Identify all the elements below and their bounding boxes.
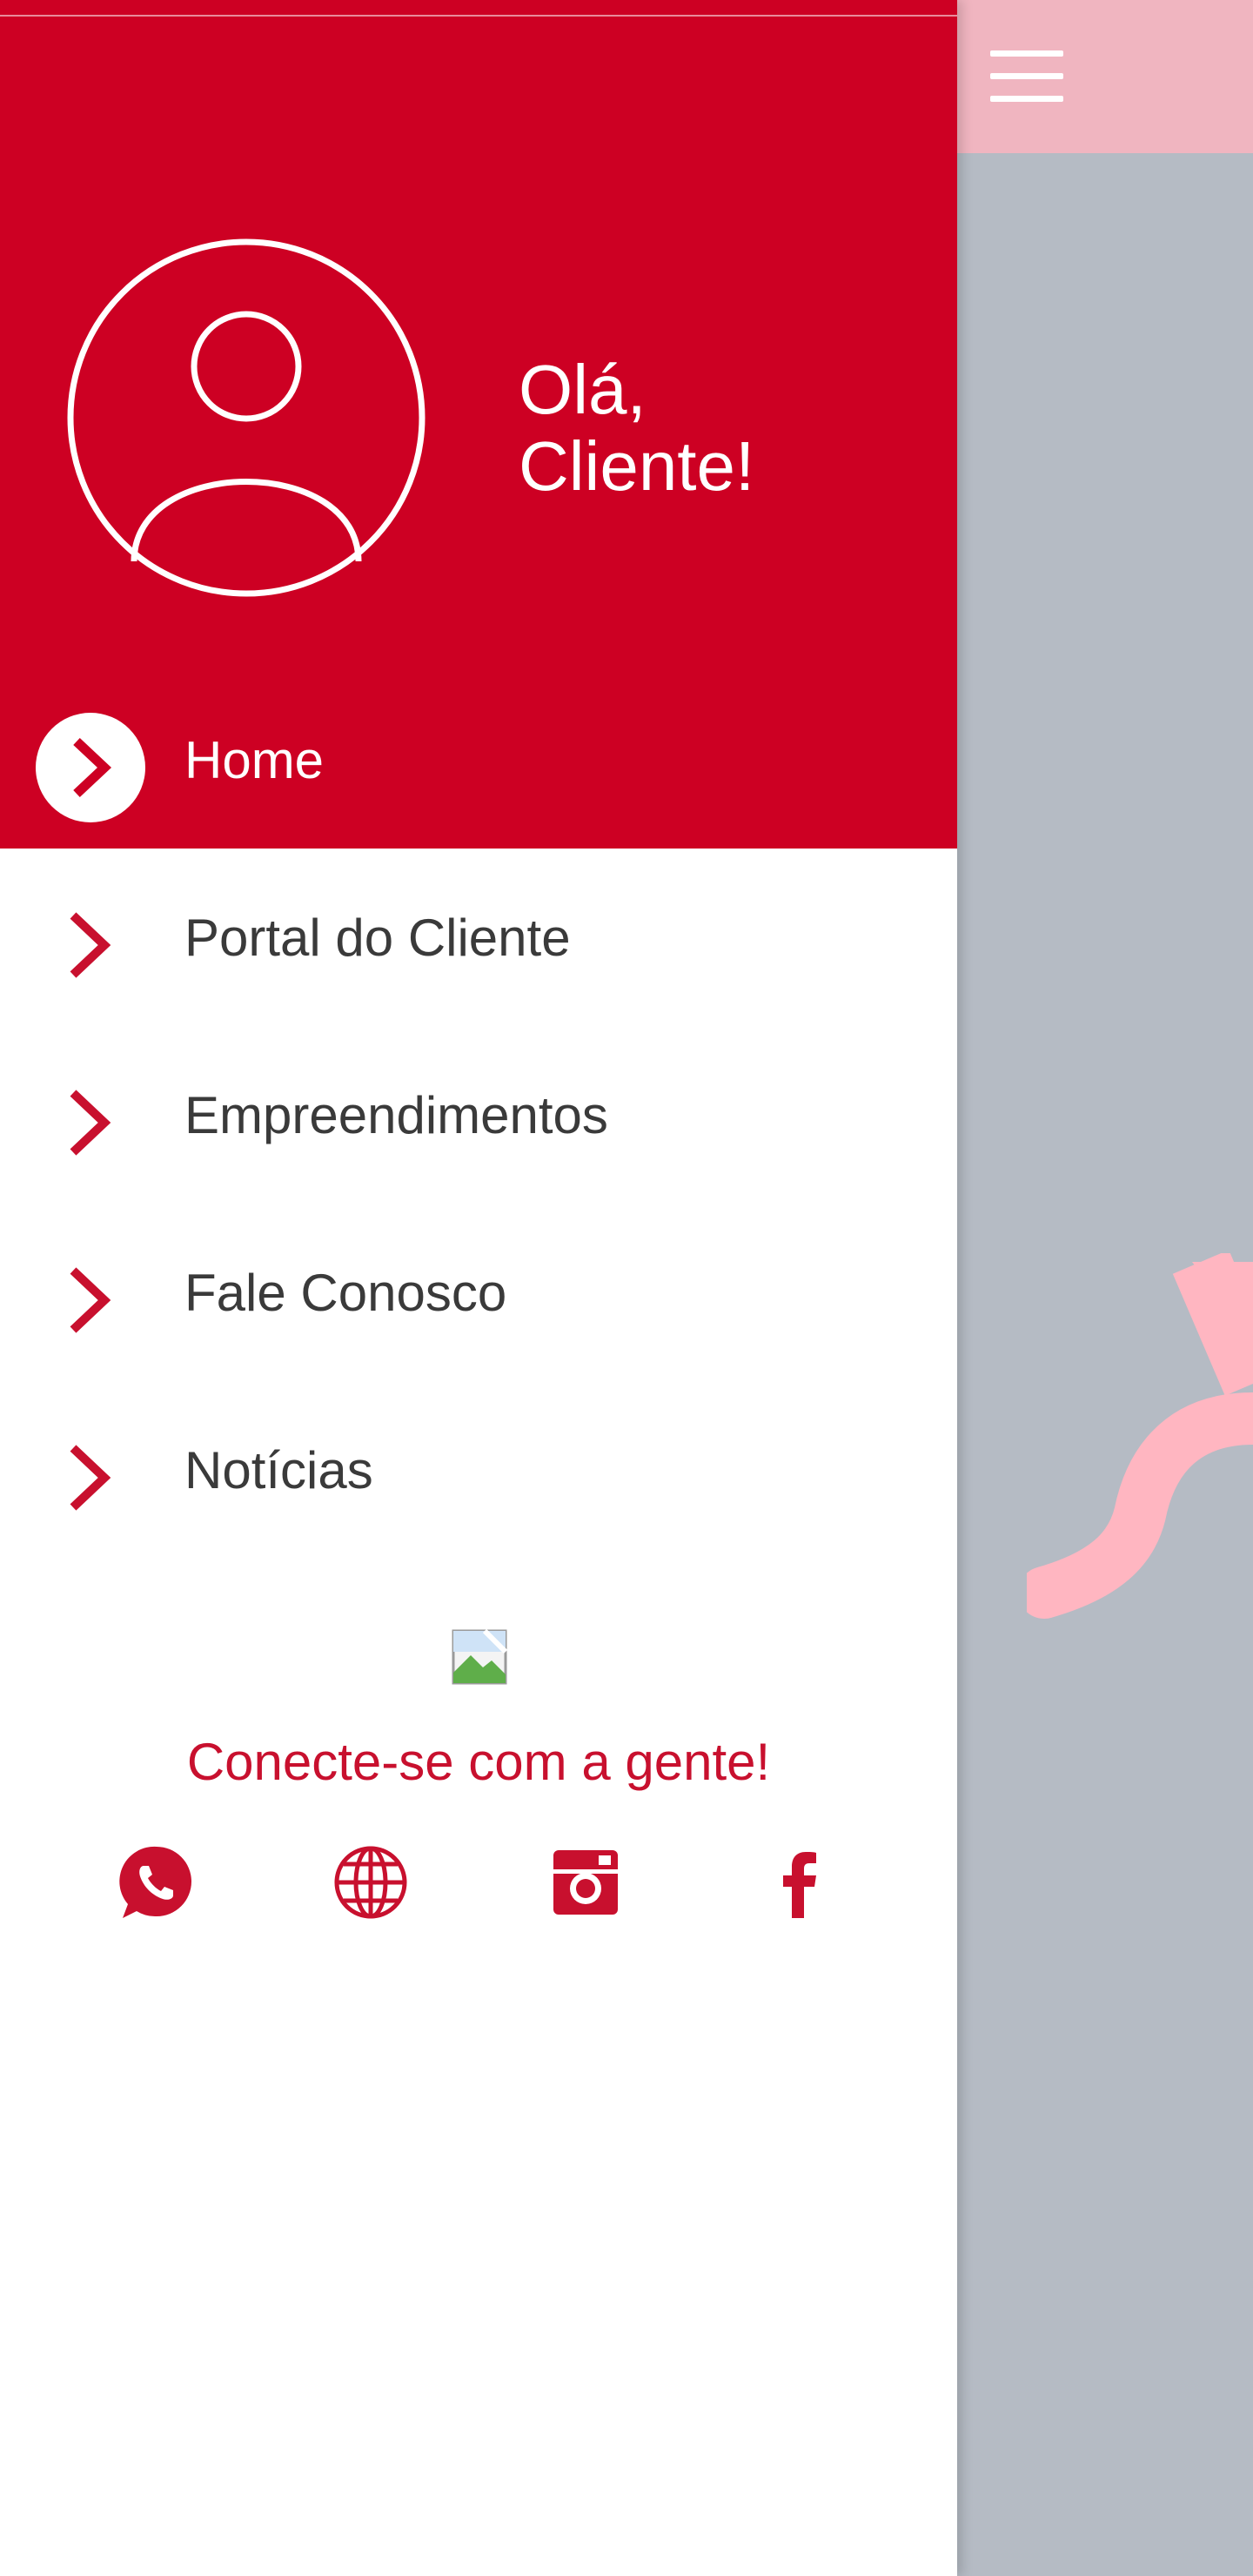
chevron-right-icon bbox=[35, 889, 146, 1001]
menu-item-label: Portal do Cliente bbox=[184, 909, 571, 967]
header-divider bbox=[0, 15, 957, 17]
greeting-line2: Cliente! bbox=[519, 427, 755, 505]
menu-item-label: Notícias bbox=[184, 1441, 373, 1499]
greeting-line1: Olá, bbox=[519, 351, 647, 428]
broken-image-icon bbox=[452, 1628, 508, 1685]
avatar-icon bbox=[66, 238, 426, 598]
whatsapp-icon[interactable] bbox=[117, 1843, 196, 1922]
menu-item-fale-conosco[interactable]: Fale Conosco bbox=[0, 1204, 957, 1382]
navigation-drawer: Olá, Cliente! Home Portal do Cliente Emp… bbox=[0, 0, 957, 2576]
menu-item-empreendimentos[interactable]: Empreendimentos bbox=[0, 1027, 957, 1204]
facebook-icon[interactable] bbox=[761, 1843, 839, 1922]
menu-hamburger-icon[interactable] bbox=[990, 50, 1063, 103]
menu-item-portal-do-cliente[interactable]: Portal do Cliente bbox=[0, 849, 957, 1027]
chevron-right-icon bbox=[35, 1422, 146, 1533]
menu-item-label: Empreendimentos bbox=[184, 1086, 608, 1144]
background-logo bbox=[1027, 1253, 1253, 1619]
menu-item-label: Home bbox=[184, 731, 325, 789]
globe-icon[interactable] bbox=[332, 1843, 410, 1922]
chevron-right-icon bbox=[35, 1244, 146, 1356]
menu-item-label: Fale Conosco bbox=[184, 1264, 507, 1322]
menu-item-noticias[interactable]: Notícias bbox=[0, 1382, 957, 1560]
chevron-right-circle-icon bbox=[35, 712, 146, 823]
chevron-right-icon bbox=[35, 1067, 146, 1178]
connect-text: Conecte-se com a gente! bbox=[186, 1733, 771, 1791]
greeting-text: Olá, Cliente! bbox=[519, 352, 919, 505]
menu-item-home[interactable]: Home bbox=[0, 672, 957, 849]
instagram-icon[interactable] bbox=[546, 1843, 625, 1922]
